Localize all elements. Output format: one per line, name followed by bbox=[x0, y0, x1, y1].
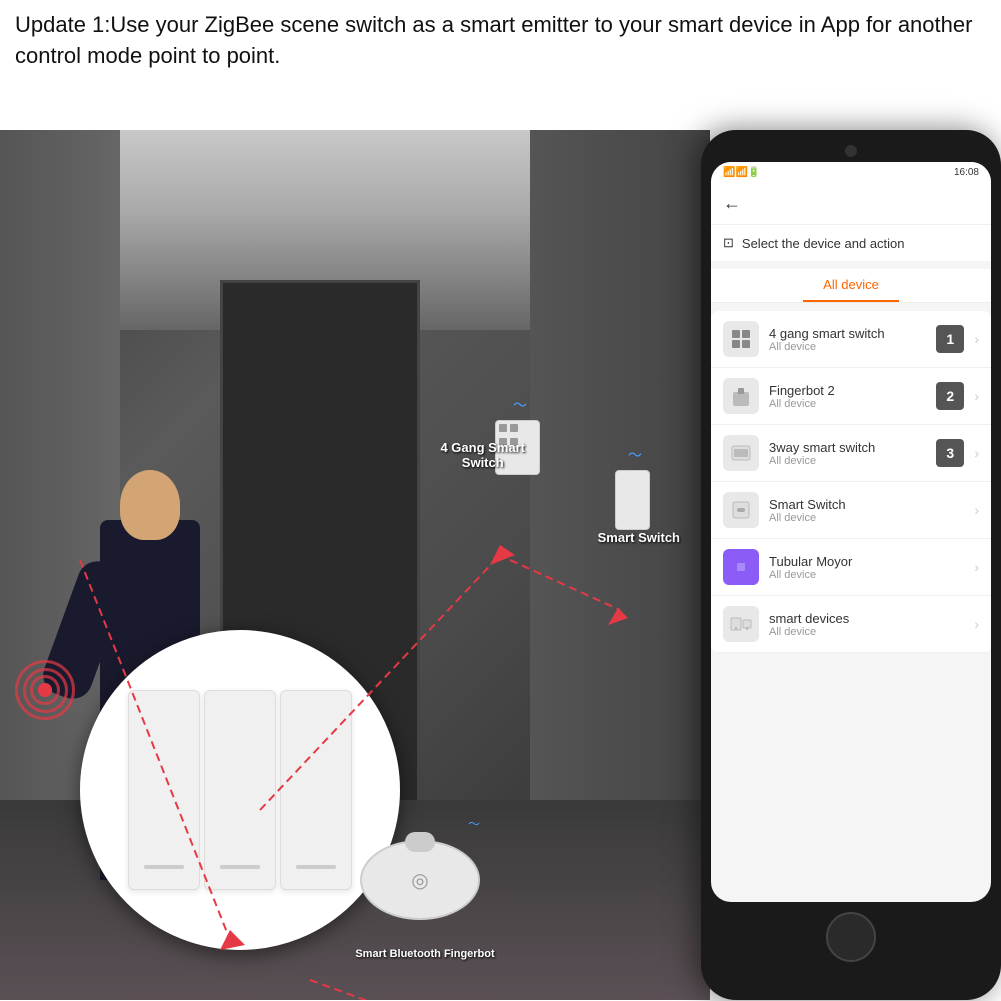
switch-button-1 bbox=[128, 690, 200, 890]
robot-body: ◎ bbox=[360, 840, 480, 920]
device-info-fingerbot: Fingerbot 2 All device bbox=[769, 383, 926, 410]
device-info-tubular: Tubular Moyor All device bbox=[769, 554, 964, 581]
switch-dot bbox=[499, 424, 507, 432]
device-item-1[interactable]: 4 gang smart switch All device 1 › bbox=[711, 311, 991, 368]
phone-status-bar: 📶📶🔋 16:08 bbox=[711, 162, 991, 183]
switch-button-line bbox=[220, 865, 260, 869]
device-name-smart-devices: smart devices bbox=[769, 611, 964, 626]
device-sub-4gang: All device bbox=[769, 341, 926, 353]
device-icon-fingerbot bbox=[723, 378, 759, 414]
page-container: Update 1:Use your ZigBee scene switch as… bbox=[0, 0, 1001, 1001]
device-sub-smart-switch: All device bbox=[769, 512, 964, 524]
back-button[interactable]: ← bbox=[723, 193, 741, 214]
device-item-5[interactable]: Tubular Moyor All device › bbox=[711, 539, 991, 596]
device-info-smart-devices: smart devices All device bbox=[769, 611, 964, 638]
devices-icon bbox=[729, 612, 753, 636]
switch-panel bbox=[108, 670, 372, 910]
switch-dot bbox=[510, 424, 518, 432]
device-info-smart-switch: Smart Switch All device bbox=[769, 497, 964, 524]
device-icon-3way bbox=[723, 435, 759, 471]
select-device-icon: ⊡ bbox=[723, 235, 734, 251]
device-arrow-3: › bbox=[974, 445, 979, 461]
select-device-header: ⊡ Select the device and action bbox=[711, 225, 991, 261]
robot-wifi-icon: 〜 bbox=[468, 815, 480, 832]
device-name-tubular: Tubular Moyor bbox=[769, 554, 964, 569]
device-number-1: 1 bbox=[936, 325, 964, 353]
robot-bump bbox=[405, 832, 435, 852]
phone-camera bbox=[845, 145, 857, 157]
header-text: Update 1:Use your ZigBee scene switch as… bbox=[15, 10, 986, 72]
wifi-center-dot bbox=[38, 683, 52, 697]
wifi-icon-smart: 〜 bbox=[628, 445, 642, 465]
switch-button-3 bbox=[280, 690, 352, 890]
label-4gang-switch: 4 Gang SmartSwitch bbox=[440, 440, 525, 470]
device-sub-3way: All device bbox=[769, 455, 926, 467]
switch-button-line bbox=[296, 865, 336, 869]
switch-icon bbox=[729, 441, 753, 465]
phone-screen: 📶📶🔋 16:08 ← ⊡ Select the device and acti… bbox=[711, 162, 991, 902]
device-name-smart-switch: Smart Switch bbox=[769, 497, 964, 512]
device-item-2[interactable]: Fingerbot 2 All device 2 › bbox=[711, 368, 991, 425]
device-number-2: 2 bbox=[936, 382, 964, 410]
phone-home-button[interactable] bbox=[826, 912, 876, 962]
tab-all-device[interactable]: All device bbox=[803, 269, 899, 302]
switch-button-2 bbox=[204, 690, 276, 890]
device-info-3way: 3way smart switch All device bbox=[769, 440, 926, 467]
finger-icon bbox=[729, 384, 753, 408]
phone-mockup: 📶📶🔋 16:08 ← ⊡ Select the device and acti… bbox=[701, 130, 1001, 1000]
device-list: 4 gang smart switch All device 1 › Fi bbox=[711, 311, 991, 653]
device-item-6[interactable]: smart devices All device › bbox=[711, 596, 991, 653]
device-arrow-1: › bbox=[974, 331, 979, 347]
tubular-icon bbox=[729, 555, 753, 579]
wifi-emitter bbox=[15, 660, 75, 720]
smart-wall-switch bbox=[615, 470, 650, 530]
label-smart-switch: Smart Switch bbox=[598, 530, 680, 545]
wifi-icon-4gang: 〜 bbox=[513, 395, 527, 415]
device-sub-smart-devices: All device bbox=[769, 626, 964, 638]
device-item-3[interactable]: 3way smart switch All device 3 › bbox=[711, 425, 991, 482]
device-name-4gang: 4 gang smart switch bbox=[769, 326, 926, 341]
device-arrow-2: › bbox=[974, 388, 979, 404]
device-icon-4gang bbox=[723, 321, 759, 357]
select-device-text: Select the device and action bbox=[742, 236, 905, 251]
device-icon-smart-devices bbox=[723, 606, 759, 642]
device-number-3: 3 bbox=[936, 439, 964, 467]
robot-icon: ◎ bbox=[411, 868, 428, 893]
device-name-3way: 3way smart switch bbox=[769, 440, 926, 455]
phone-nav-header: ← bbox=[711, 183, 991, 225]
device-item-4[interactable]: Smart Switch All device › bbox=[711, 482, 991, 539]
switch-button-line bbox=[144, 865, 184, 869]
robot-vacuum: ◎ 〜 Smart Bluetooth Fingerbot bbox=[360, 840, 490, 940]
device-info-4gang: 4 gang smart switch All device bbox=[769, 326, 926, 353]
device-icon-smart-switch bbox=[723, 492, 759, 528]
switch-closeup-circle bbox=[80, 630, 400, 950]
device-icon-tubular bbox=[723, 549, 759, 585]
switch2-icon bbox=[729, 498, 753, 522]
status-bar-icons: 📶📶🔋 bbox=[723, 167, 760, 178]
switch-row-1 bbox=[496, 421, 539, 435]
device-sub-tubular: All device bbox=[769, 569, 964, 581]
device-arrow-4: › bbox=[974, 502, 979, 518]
device-name-fingerbot: Fingerbot 2 bbox=[769, 383, 926, 398]
device-arrow-5: › bbox=[974, 559, 979, 575]
main-photo: 〜 〜 4 Gang SmartSwitch Smart Switch bbox=[0, 130, 710, 1000]
status-bar-time: 16:08 bbox=[954, 167, 979, 178]
robot-label: Smart Bluetooth Fingerbot bbox=[355, 948, 494, 960]
grid-icon bbox=[729, 327, 753, 351]
device-sub-fingerbot: All device bbox=[769, 398, 926, 410]
device-arrow-6: › bbox=[974, 616, 979, 632]
person-head bbox=[120, 470, 180, 540]
tabs-bar: All device bbox=[711, 269, 991, 303]
